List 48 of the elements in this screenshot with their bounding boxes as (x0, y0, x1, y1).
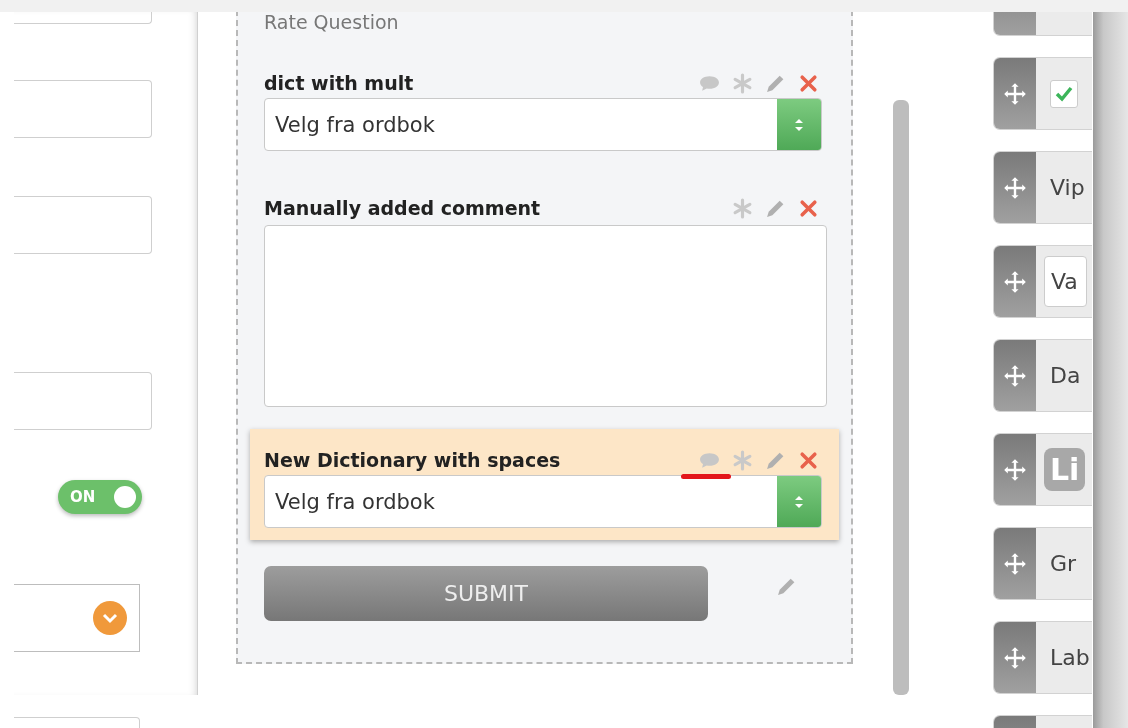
question-label: Manually added comment (264, 197, 541, 219)
text-field[interactable] (14, 372, 152, 430)
close-icon[interactable] (798, 198, 819, 219)
palette-item[interactable]: Lab (993, 621, 1092, 694)
input-field: Va (1044, 256, 1087, 307)
question-label: dict with mult (264, 72, 414, 94)
move-icon[interactable] (1003, 645, 1027, 670)
pencil-icon[interactable] (765, 73, 786, 94)
close-icon[interactable] (798, 450, 819, 471)
palette-item[interactable]: Va (993, 245, 1092, 318)
textarea-field[interactable] (264, 225, 827, 407)
palette-item[interactable]: Da (993, 339, 1092, 412)
palette-label: Lab (1050, 645, 1090, 670)
close-icon[interactable] (798, 73, 819, 94)
asterisk-icon[interactable] (732, 73, 753, 94)
comment-icon[interactable] (699, 73, 720, 94)
palette-item[interactable] (993, 57, 1092, 130)
pencil-icon[interactable] (776, 576, 797, 597)
move-icon[interactable] (1003, 551, 1027, 576)
text-field[interactable] (14, 12, 152, 24)
dropdown-field[interactable] (14, 584, 140, 652)
label-badge: Li (1044, 448, 1086, 491)
question-label: New Dictionary with spaces (264, 449, 561, 471)
move-icon[interactable] (1003, 81, 1027, 106)
comment-icon[interactable] (699, 450, 720, 471)
checkbox[interactable] (1050, 79, 1078, 108)
move-icon[interactable] (1003, 175, 1027, 200)
scrollbar-thumb[interactable] (893, 100, 909, 695)
up-down-arrows-icon (794, 116, 804, 133)
palette-label: Vip (1050, 175, 1085, 200)
text-field[interactable] (14, 80, 152, 138)
up-down-arrows-icon (794, 493, 804, 510)
pencil-icon[interactable] (765, 450, 786, 471)
move-icon[interactable] (1003, 363, 1027, 388)
palette-label: Da (1050, 363, 1081, 388)
dropdown-field[interactable]: Velg fra ordbok (264, 98, 822, 151)
dropdown-field[interactable]: Velg fra ordbok (264, 475, 822, 528)
form-title: Rate Question (264, 12, 400, 32)
chevron-down-icon[interactable] (93, 601, 127, 635)
asterisk-icon[interactable] (732, 198, 753, 219)
move-icon[interactable] (1003, 457, 1027, 482)
move-icon[interactable] (1003, 269, 1027, 294)
text-field[interactable] (14, 196, 152, 254)
asterisk-icon[interactable] (732, 450, 753, 471)
pencil-icon[interactable] (765, 198, 786, 219)
palette-label: Gr (1050, 551, 1077, 576)
palette-item[interactable]: Gr (993, 527, 1092, 600)
palette-item[interactable]: Vip (993, 151, 1092, 224)
